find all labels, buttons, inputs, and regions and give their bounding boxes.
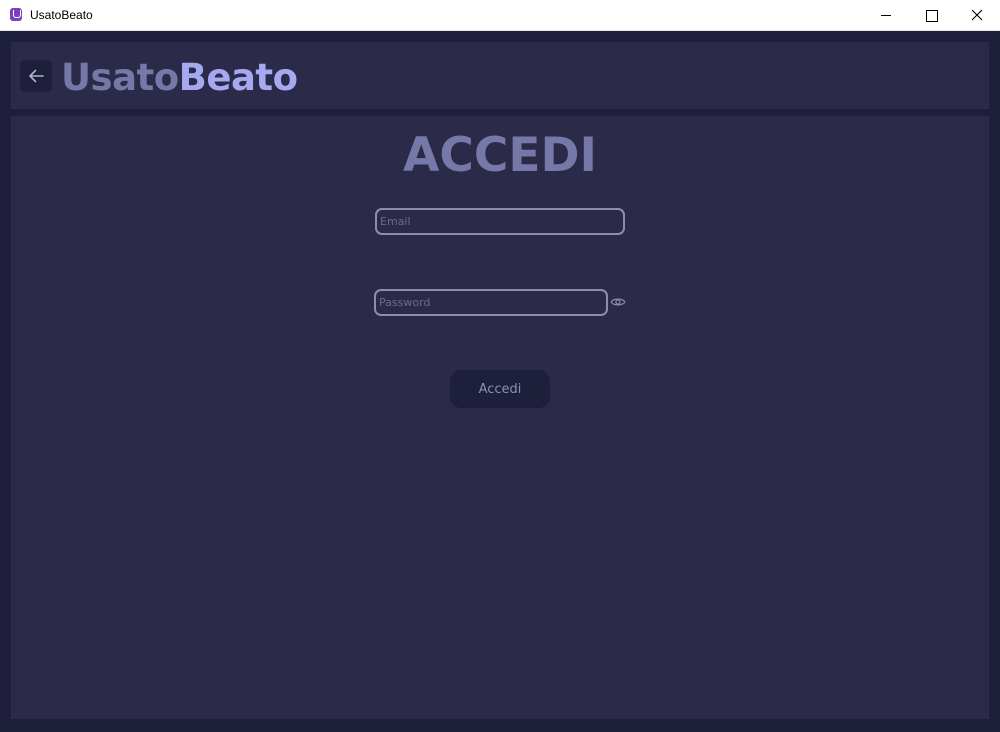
app-icon <box>10 8 22 21</box>
arrow-left-icon <box>29 69 44 83</box>
login-panel: ACCEDI Accedi <box>11 116 989 719</box>
window-titlebar: UsatoBeato <box>0 0 1000 31</box>
close-icon <box>971 9 983 21</box>
email-field[interactable] <box>375 208 625 235</box>
logo-text-usato: Usato <box>61 56 179 99</box>
app-header: UsatoBeato <box>11 42 989 109</box>
close-button[interactable] <box>954 0 1000 30</box>
maximize-button[interactable] <box>908 0 954 30</box>
password-field[interactable] <box>374 289 608 316</box>
minimize-button[interactable] <box>863 0 909 30</box>
show-password-toggle[interactable] <box>610 294 626 310</box>
page-title: ACCEDI <box>403 128 597 183</box>
window-title: UsatoBeato <box>30 8 93 22</box>
back-button[interactable] <box>20 60 52 92</box>
login-button[interactable]: Accedi <box>450 370 550 408</box>
eye-icon <box>610 298 626 306</box>
logo-text-beato: Beato <box>178 56 298 99</box>
app-frame: UsatoBeato ACCEDI Accedi <box>0 31 1000 732</box>
app-logo: UsatoBeato <box>61 56 298 99</box>
